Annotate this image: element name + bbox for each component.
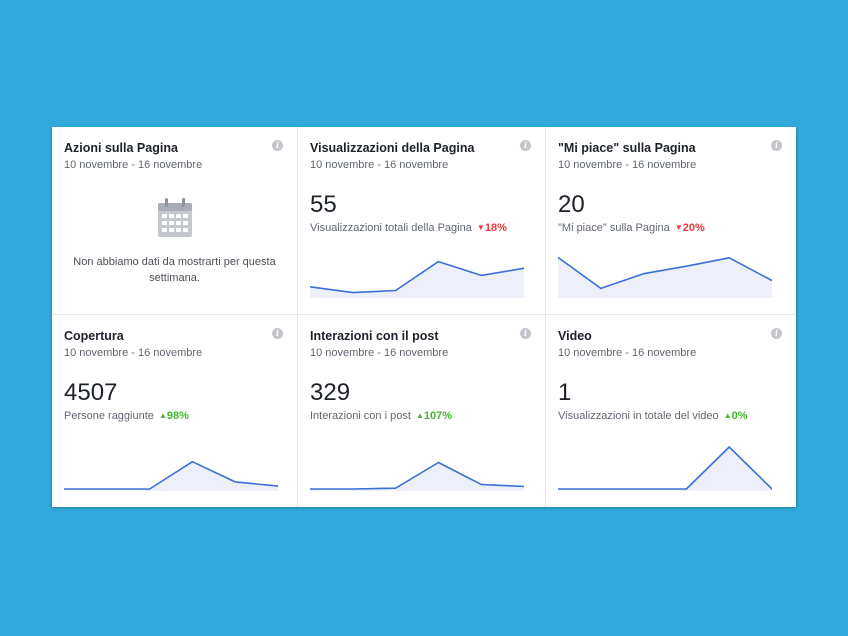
sparkline-area (558, 447, 772, 491)
metric-value: 20 (558, 191, 585, 218)
card-page-likes[interactable]: "Mi piace" sulla Pagina 10 novembre - 16… (546, 127, 796, 315)
calendar-icon (157, 198, 192, 237)
sparkline-area (310, 462, 524, 491)
info-icon[interactable]: i (272, 140, 283, 151)
card-date-range: 10 novembre - 16 novembre (310, 159, 449, 171)
card-page-actions[interactable]: Azioni sulla Pagina 10 novembre - 16 nov… (52, 127, 298, 315)
info-icon[interactable]: i (520, 140, 531, 151)
metric-delta: ▲98% (159, 410, 189, 422)
card-title: "Mi piace" sulla Pagina (558, 141, 696, 155)
info-icon[interactable]: i (272, 328, 283, 339)
metric-label: Visualizzazioni totali della Pagina (310, 222, 472, 234)
metric-subline: Persone raggiunte ▲98% (64, 410, 285, 423)
card-date-range: 10 novembre - 16 novembre (64, 159, 203, 171)
metric-value: 1 (558, 379, 572, 406)
info-icon[interactable]: i (771, 328, 782, 339)
metric-value: 55 (310, 191, 337, 218)
metric-subline: "Mi piace" sulla Pagina ▼20% (558, 222, 784, 235)
card-post-engagement[interactable]: Interazioni con il post 10 novembre - 16… (298, 315, 546, 507)
sparkline (310, 260, 524, 298)
card-video[interactable]: Video 10 novembre - 16 novembre i 1 Visu… (546, 315, 796, 507)
metric-delta: ▲0% (724, 410, 748, 422)
triangle-up-icon: ▲ (415, 411, 424, 420)
triangle-down-icon: ▼ (476, 223, 485, 232)
info-icon[interactable]: i (771, 140, 782, 151)
delta-value: 107% (423, 410, 453, 422)
card-date-range: 10 novembre - 16 novembre (310, 347, 449, 359)
sparkline (310, 461, 524, 491)
metric-label: "Mi piace" sulla Pagina (558, 222, 670, 234)
card-title: Copertura (64, 329, 124, 343)
triangle-down-icon: ▼ (674, 223, 683, 232)
metric-subline: Visualizzazioni totali della Pagina ▼18% (310, 222, 533, 235)
empty-state: Non abbiamo dati da mostrarti per questa… (64, 197, 285, 286)
metric-delta: ▲107% (416, 410, 452, 422)
delta-value: 18% (484, 222, 507, 234)
info-icon[interactable]: i (520, 328, 531, 339)
metric-subline: Interazioni con i post ▲107% (310, 410, 533, 423)
card-title: Interazioni con il post (310, 329, 439, 343)
metric-value: 4507 (64, 379, 118, 406)
sparkline (558, 446, 772, 491)
metric-delta: ▼20% (675, 222, 705, 234)
triangle-up-icon: ▲ (158, 411, 167, 420)
sparkline (64, 460, 278, 491)
card-title: Video (558, 329, 592, 343)
sparkline-area (310, 261, 524, 298)
card-title: Visualizzazioni della Pagina (310, 141, 475, 155)
delta-value: 20% (682, 222, 705, 234)
metric-label: Interazioni con i post (310, 410, 411, 422)
card-page-views[interactable]: Visualizzazioni della Pagina 10 novembre… (298, 127, 546, 315)
triangle-up-icon: ▲ (723, 411, 732, 420)
metric-value: 329 (310, 379, 351, 406)
sparkline (558, 256, 772, 298)
metric-subline: Visualizzazioni in totale del video ▲0% (558, 410, 784, 423)
card-reach[interactable]: Copertura 10 novembre - 16 novembre i 45… (52, 315, 298, 507)
card-title: Azioni sulla Pagina (64, 141, 178, 155)
empty-state-message: Non abbiamo dati da mostrarti per questa… (73, 256, 276, 284)
card-date-range: 10 novembre - 16 novembre (558, 347, 697, 359)
card-date-range: 10 novembre - 16 novembre (558, 159, 697, 171)
metric-delta: ▼18% (477, 222, 507, 234)
delta-value: 0% (731, 410, 748, 422)
delta-value: 98% (166, 410, 189, 422)
card-date-range: 10 novembre - 16 novembre (64, 347, 203, 359)
insights-panel: Azioni sulla Pagina 10 novembre - 16 nov… (52, 127, 796, 507)
sparkline-area (64, 461, 278, 491)
metric-label: Visualizzazioni in totale del video (558, 410, 719, 422)
metric-label: Persone raggiunte (64, 410, 154, 422)
